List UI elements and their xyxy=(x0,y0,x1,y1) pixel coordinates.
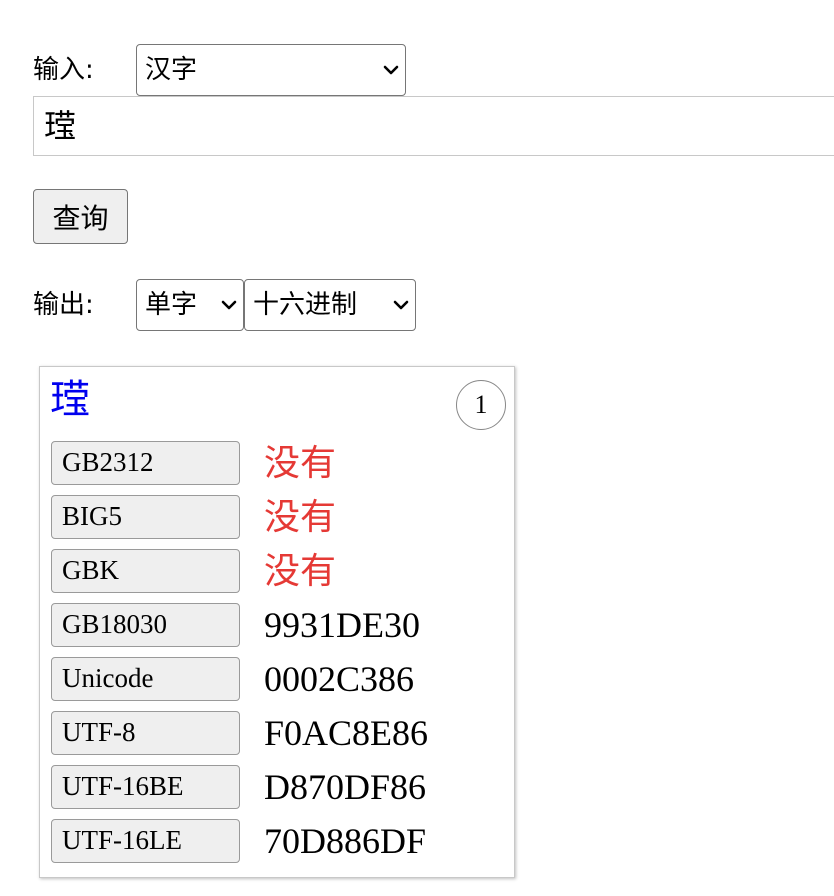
output-mode-select[interactable]: 单字 xyxy=(136,279,244,331)
encoding-value: 0002C386 xyxy=(264,659,415,699)
encoding-name-button[interactable]: GB2312 xyxy=(51,441,240,485)
query-button[interactable]: 查询 xyxy=(33,189,128,244)
encoding-name-button[interactable]: UTF-16BE xyxy=(51,765,240,809)
encoding-name-button[interactable]: GB18030 xyxy=(51,603,240,647)
input-type-select-value: 汉字 xyxy=(145,55,198,85)
output-label: 输出: xyxy=(33,290,94,320)
output-mode-select-value: 单字 xyxy=(145,290,198,320)
encoding-name-button[interactable]: BIG5 xyxy=(51,495,240,539)
encoding-value: 没有 xyxy=(264,551,337,591)
output-format-select-value: 十六进制 xyxy=(253,290,358,320)
encoding-value: F0AC8E86 xyxy=(264,713,429,753)
encoding-value: 70D886DF xyxy=(264,821,427,861)
chevron-down-icon xyxy=(221,300,237,310)
chevron-down-icon xyxy=(393,300,409,310)
input-label: 输入: xyxy=(33,55,94,85)
result-index-badge: 1 xyxy=(456,380,506,430)
output-format-select[interactable]: 十六进制 xyxy=(244,279,416,331)
encoding-name-button[interactable]: UTF-8 xyxy=(51,711,240,755)
encoding-value: 没有 xyxy=(264,497,337,537)
result-character-link[interactable]: 𬎆 xyxy=(50,375,90,425)
input-type-select[interactable]: 汉字 xyxy=(136,44,406,96)
chevron-down-icon xyxy=(383,65,399,75)
result-card: 𬎆 1 GB2312 没有 BIG5 没有 GBK 没有 GB18030 993… xyxy=(39,366,515,878)
encoding-name-button[interactable]: GBK xyxy=(51,549,240,593)
encoding-name-button[interactable]: UTF-16LE xyxy=(51,819,240,863)
encoding-name-button[interactable]: Unicode xyxy=(51,657,240,701)
character-input[interactable]: 𬎆 xyxy=(33,96,834,156)
encoding-value: D870DF86 xyxy=(264,767,427,807)
encoding-value: 没有 xyxy=(264,443,337,483)
encoding-value: 9931DE30 xyxy=(264,605,420,645)
